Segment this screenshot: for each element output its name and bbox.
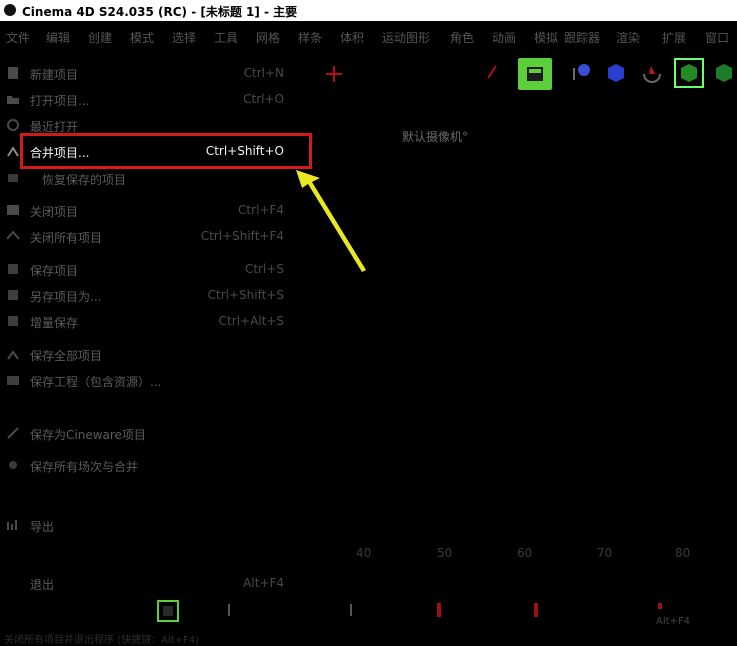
record-icon <box>163 606 173 616</box>
menu-volume[interactable]: 体积 <box>340 29 364 46</box>
ruler-tick-80: 80 <box>675 546 691 560</box>
menu-item-save-with-assets[interactable]: 保存工程（包含资源）... <box>0 369 310 391</box>
viewport-camera-label: 默认摄像机° <box>402 130 469 144</box>
menu-item-save-cineware[interactable]: 保存为Cineware项目 <box>0 422 310 444</box>
keyframe-marker-icon[interactable] <box>437 603 441 617</box>
ruler-tick-40: 40 <box>356 546 372 560</box>
render-view-icon[interactable] <box>518 58 552 90</box>
ruler-tick-50: 50 <box>437 546 453 560</box>
menu-spline[interactable]: 样条 <box>298 29 322 46</box>
ruler-tick-70: 70 <box>597 546 613 560</box>
menu-edit[interactable]: 编辑 <box>46 29 70 46</box>
save-with-assets-icon <box>7 376 19 385</box>
menu-mograph[interactable]: 运动图形 <box>382 29 430 46</box>
status-bar: 关闭所有项目并退出程序 (快捷键：Alt+F4) Alt+F4 <box>0 616 737 646</box>
takes-icon <box>9 461 17 469</box>
menu-render[interactable]: 渲染 <box>616 29 640 46</box>
menu-item-export[interactable]: 导出 <box>0 514 310 536</box>
menu-item-save-all[interactable]: 保存全部项目 <box>0 343 310 365</box>
cinema4d-logo-icon <box>4 4 16 16</box>
keyframe-marker-icon[interactable] <box>534 603 538 617</box>
menu-tracker[interactable]: 跟踪器 <box>564 29 600 46</box>
menu-bar: 文件 编辑 创建 模式 选择 工具 网格 样条 体积 运动图形 角色 动画 模拟… <box>0 21 737 48</box>
menu-item-save[interactable]: 保存项目 Ctrl+S <box>0 258 310 280</box>
timeline-separator <box>228 604 230 616</box>
menu-character[interactable]: 角色 <box>450 29 474 46</box>
cineware-icon <box>7 427 19 439</box>
cube-icon[interactable] <box>604 60 628 84</box>
menu-item-revert[interactable]: 恢复保存的项目 <box>0 167 310 189</box>
new-project-icon <box>8 67 18 79</box>
save-all-icon <box>7 350 19 360</box>
menu-create[interactable]: 创建 <box>88 29 112 46</box>
menu-item-open-project[interactable]: 打开项目... Ctrl+O <box>0 88 310 110</box>
menu-item-close-project[interactable]: 关闭项目 Ctrl+F4 <box>0 199 310 221</box>
keyframe-marker-icon[interactable] <box>658 603 662 609</box>
close-all-icon <box>6 230 20 240</box>
menu-extensions[interactable]: 扩展 <box>662 29 686 46</box>
camera-icon[interactable] <box>570 60 594 84</box>
menu-select[interactable]: 选择 <box>172 29 196 46</box>
menu-item-exit[interactable]: 退出 Alt+F4 <box>0 572 310 594</box>
menu-item-incremental-save[interactable]: 增量保存 Ctrl+Alt+S <box>0 310 310 332</box>
merge-icon <box>7 146 19 157</box>
menu-tools[interactable]: 工具 <box>214 29 238 46</box>
move-tool-icon[interactable] <box>322 62 346 86</box>
save-as-icon <box>8 290 18 300</box>
recent-icon <box>7 119 19 131</box>
incremental-save-icon <box>8 316 18 326</box>
menu-mode[interactable]: 模式 <box>130 29 154 46</box>
highlight-box <box>20 133 312 169</box>
keyframe-record-button[interactable] <box>157 600 179 622</box>
close-project-icon <box>7 205 19 215</box>
menu-mesh[interactable]: 网格 <box>256 29 280 46</box>
timeline-separator <box>350 604 352 616</box>
edge-tool-icon[interactable] <box>480 60 504 84</box>
menu-item-save-as[interactable]: 另存项目为... Ctrl+Shift+S <box>0 284 310 306</box>
menu-item-save-takes[interactable]: 保存所有场次与合并 <box>0 454 310 476</box>
open-folder-icon <box>7 96 19 104</box>
title-bar: Cinema 4D S24.035 (RC) - [未标题 1] - 主要 <box>0 0 737 21</box>
revert-icon <box>8 174 18 182</box>
annotation-arrow-icon <box>296 170 366 272</box>
save-icon <box>8 264 18 274</box>
scene-cube-icon[interactable] <box>674 58 704 88</box>
window-title: Cinema 4D S24.035 (RC) - [未标题 1] - 主要 <box>22 5 298 19</box>
status-shortcut: Alt+F4 <box>656 616 691 627</box>
export-icon <box>7 520 17 530</box>
menu-file[interactable]: 文件 <box>6 29 30 46</box>
menu-item-new-project[interactable]: 新建项目 Ctrl+N <box>0 62 310 84</box>
menu-window[interactable]: 窗口 <box>705 29 729 46</box>
menu-animate[interactable]: 动画 <box>492 29 516 46</box>
menu-simulate[interactable]: 模拟 <box>534 29 558 46</box>
generator-icon[interactable] <box>712 60 736 84</box>
menu-item-close-all[interactable]: 关闭所有项目 Ctrl+Shift+F4 <box>0 225 310 247</box>
ruler-tick-60: 60 <box>517 546 533 560</box>
deformer-icon[interactable] <box>640 60 664 84</box>
status-text: 关闭所有项目并退出程序 (快捷键：Alt+F4) <box>4 635 200 646</box>
